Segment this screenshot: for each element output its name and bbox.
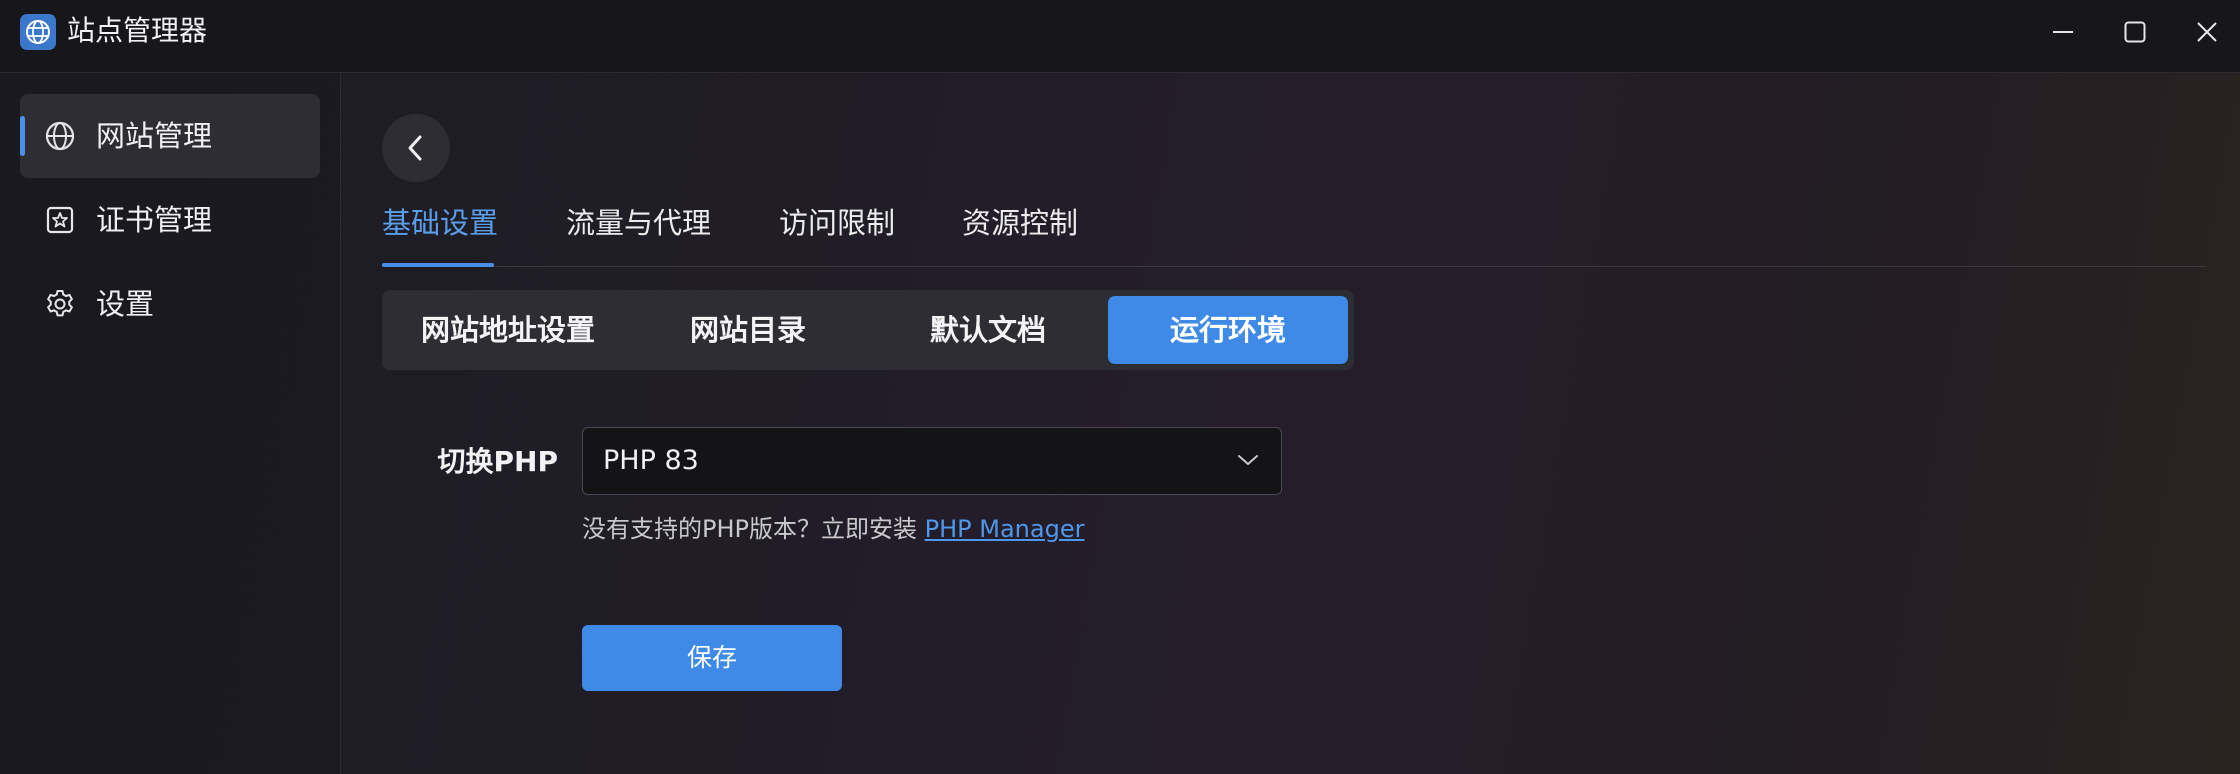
tab-bar: 基础设置 流量与代理 访问限制 资源控制: [382, 200, 2206, 267]
php-version-value: PHP 83: [603, 445, 699, 476]
tab-label: 资源控制: [962, 206, 1079, 240]
tab-label: 流量与代理: [566, 206, 712, 240]
sidebar-item-label: 网站管理: [96, 119, 213, 153]
close-icon: [2197, 22, 2217, 42]
gear-icon: [47, 290, 73, 317]
php-switch-label: 切换PHP: [437, 445, 558, 478]
segment-site-directory[interactable]: 网站目录: [628, 296, 868, 364]
sidebar-item-certificate-management[interactable]: 证书管理: [20, 178, 320, 262]
tab-resource-control[interactable]: 资源控制: [962, 200, 1078, 266]
tab-label: 基础设置: [382, 206, 499, 240]
tab-access-restrictions[interactable]: 访问限制: [779, 200, 895, 266]
app-title: 站点管理器: [67, 14, 208, 47]
php-manager-link[interactable]: PHP Manager: [925, 515, 1085, 543]
minimize-button[interactable]: [2027, 0, 2099, 64]
hint-text: 没有支持的PHP版本？立即安装: [582, 515, 925, 543]
back-button[interactable]: [382, 114, 450, 182]
tab-label: 访问限制: [779, 206, 896, 240]
sidebar-item-settings[interactable]: 设置: [20, 262, 320, 346]
tab-active-underline: [382, 263, 494, 267]
save-button[interactable]: 保存: [582, 625, 842, 691]
sidebar: 网站管理 证书管理 设置: [0, 73, 341, 774]
app-globe-icon: [20, 14, 56, 50]
segment-runtime-environment[interactable]: 运行环境: [1108, 296, 1348, 364]
maximize-button[interactable]: [2099, 0, 2171, 64]
tab-basic-settings[interactable]: 基础设置: [382, 200, 498, 267]
tab-traffic-proxy[interactable]: 流量与代理: [566, 200, 711, 266]
title-bar: 站点管理器: [0, 0, 2240, 73]
segment-site-address[interactable]: 网站地址设置: [388, 296, 628, 364]
active-indicator: [20, 116, 25, 156]
sidebar-item-label: 证书管理: [96, 203, 213, 237]
minimize-icon: [2053, 31, 2073, 33]
certificate-icon: [46, 206, 74, 234]
php-version-select[interactable]: PHP 83: [582, 427, 1282, 495]
maximize-icon: [2124, 21, 2146, 43]
php-install-hint: 没有支持的PHP版本？立即安装 PHP Manager: [582, 512, 1084, 546]
sidebar-item-label: 设置: [96, 287, 155, 321]
sidebar-item-site-management[interactable]: 网站管理: [20, 94, 320, 178]
chevron-left-icon: [408, 135, 422, 161]
segment-default-document[interactable]: 默认文档: [868, 296, 1108, 364]
segmented-control: 网站地址设置 网站目录 默认文档 运行环境: [382, 290, 1354, 370]
chevron-down-icon: [1238, 455, 1258, 465]
close-button[interactable]: [2171, 0, 2240, 64]
globe-icon: [45, 121, 75, 151]
